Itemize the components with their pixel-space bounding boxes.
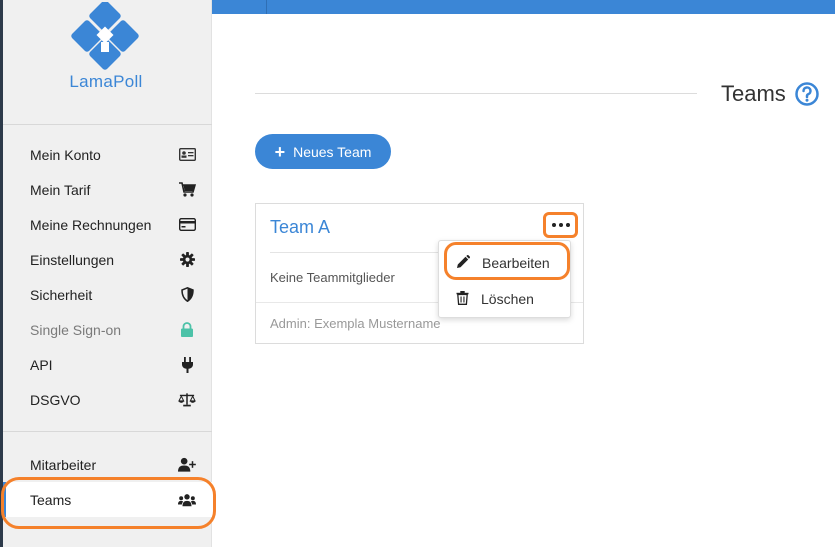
- sidebar-item-label: Mein Konto: [30, 146, 101, 163]
- delete-menu-item[interactable]: Löschen: [439, 282, 572, 316]
- sidebar-item-sicherheit[interactable]: Sicherheit: [3, 277, 212, 312]
- more-dots-icon: [565, 223, 570, 227]
- sidebar-item-api[interactable]: API: [3, 347, 212, 382]
- sidebar-item-dsgvo[interactable]: DSGVO: [3, 382, 212, 417]
- team-members-text: Keine Teammitglieder: [270, 270, 395, 285]
- plus-icon: +: [274, 141, 286, 162]
- team-name[interactable]: Team A: [270, 217, 330, 238]
- lamapoll-logo-icon: [71, 2, 139, 70]
- logo[interactable]: LamaPoll: [0, 0, 212, 124]
- sidebar-item-meine-rechnungen[interactable]: Meine Rechnungen: [3, 207, 212, 242]
- sidebar-item-label: Einstellungen: [30, 251, 115, 268]
- team-admin-text: Admin: Exempla Mustername: [270, 316, 441, 331]
- credit-card-icon: [178, 216, 196, 234]
- sidebar-item-label: Mein Tarif: [30, 181, 91, 198]
- sidebar-divider: [3, 124, 212, 125]
- more-dots-icon: [558, 223, 563, 227]
- sidebar-item-label: Sicherheit: [30, 286, 93, 303]
- sidebar: LamaPoll Mein Konto Mein Tarif Meine Rec…: [0, 0, 212, 547]
- user-plus-icon: [178, 456, 196, 474]
- teams-highlight-annotation: [1, 477, 216, 529]
- trash-icon: [456, 290, 469, 308]
- help-icon[interactable]: [795, 82, 819, 111]
- sidebar-item-single-sign-on[interactable]: Single Sign-on: [3, 312, 212, 347]
- top-bar: [212, 0, 835, 14]
- lock-icon: [178, 321, 196, 339]
- sidebar-item-label: Meine Rechnungen: [30, 216, 152, 233]
- sidebar-item-mein-tarif[interactable]: Mein Tarif: [3, 172, 212, 207]
- shield-icon: [178, 286, 196, 304]
- new-team-button[interactable]: + Neues Team: [255, 134, 391, 169]
- title-divider: [255, 93, 697, 94]
- id-card-icon: [178, 146, 196, 164]
- sidebar-item-label: Mitarbeiter: [30, 456, 97, 473]
- sidebar-item-label: Single Sign-on: [30, 321, 122, 338]
- new-team-label: Neues Team: [293, 143, 372, 160]
- more-options-button[interactable]: [543, 212, 578, 238]
- scale-icon: [178, 391, 196, 409]
- sidebar-item-mein-konto[interactable]: Mein Konto: [3, 137, 212, 172]
- edit-highlight-annotation: [444, 242, 570, 280]
- page-title: Teams: [721, 81, 786, 106]
- delete-label: Löschen: [481, 291, 534, 307]
- top-bar-divider: [266, 0, 267, 14]
- logo-text: LamaPoll: [69, 72, 143, 91]
- plug-icon: [178, 356, 196, 374]
- gear-icon: [178, 251, 196, 269]
- sidebar-item-label: DSGVO: [30, 391, 81, 408]
- sidebar-item-einstellungen[interactable]: Einstellungen: [3, 242, 212, 277]
- sidebar-item-label: API: [30, 356, 53, 373]
- more-dots-icon: [551, 223, 556, 227]
- cart-icon: [178, 181, 196, 199]
- sidebar-divider: [3, 431, 212, 432]
